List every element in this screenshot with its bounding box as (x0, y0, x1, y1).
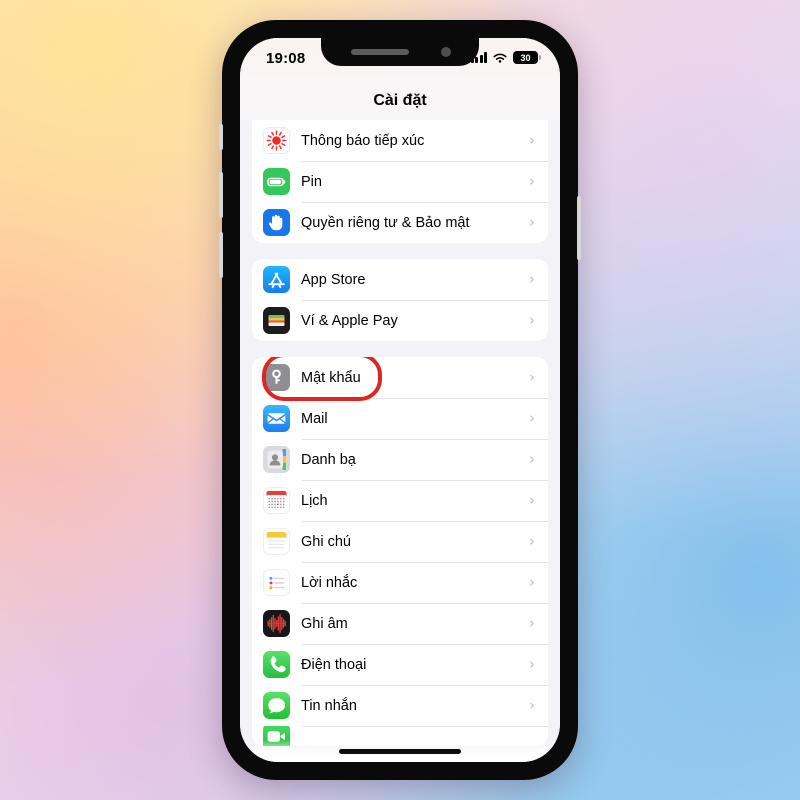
settings-row-label: Quyền riêng tư & Bảo mật (301, 214, 470, 231)
settings-row-label: Pin (301, 173, 322, 190)
settings-row[interactable]: Mail › (252, 398, 548, 439)
settings-row-label: Tin nhắn (301, 697, 357, 714)
power-button[interactable] (577, 196, 581, 260)
chevron-right-icon: › (529, 311, 535, 329)
privacy-hand-icon (263, 209, 290, 236)
settings-row-label: Danh bạ (301, 451, 356, 468)
settings-row[interactable]: App Store › (252, 259, 548, 300)
chevron-right-icon: › (529, 131, 535, 149)
volume-down-button[interactable] (219, 232, 223, 278)
navigation-bar: Cài đặt (240, 82, 560, 120)
front-camera-icon (441, 47, 451, 57)
settings-row-label: Lịch (301, 492, 328, 509)
messages-icon (263, 692, 290, 719)
voice-memos-icon (263, 610, 290, 637)
notch (321, 38, 479, 66)
notes-icon (263, 528, 290, 555)
battery-icon: 30 (513, 51, 541, 64)
settings-row[interactable]: Lời nhắc › (252, 562, 548, 603)
settings-row[interactable]: Điện thoại › (252, 644, 548, 685)
chevron-right-icon: › (529, 213, 535, 231)
settings-row[interactable]: Quyền riêng tư & Bảo mật › (252, 202, 548, 243)
settings-row-label: Điện thoại (301, 656, 367, 673)
contacts-icon (263, 446, 290, 473)
settings-row[interactable]: Mật khẩu › (252, 357, 548, 401)
wifi-icon (493, 53, 507, 63)
status-bar: 19:08 30 (240, 38, 560, 82)
chevron-right-icon: › (529, 409, 535, 427)
app-store-icon (263, 266, 290, 293)
calendar-icon (263, 487, 290, 514)
password-key-icon (263, 364, 290, 391)
settings-row-label: App Store (301, 271, 366, 288)
wallet-icon (263, 307, 290, 334)
phone-icon (263, 651, 290, 678)
settings-group: Thông báo tiếp xúc › Pin › Quyền riêng tư … (252, 120, 548, 243)
chevron-right-icon: › (529, 696, 535, 714)
chevron-right-icon: › (529, 655, 535, 673)
exposure-notifications-icon (263, 127, 290, 154)
chevron-right-icon: › (529, 573, 535, 591)
battery-level-label: 30 (520, 52, 531, 63)
settings-row[interactable]: Lịch › (252, 480, 548, 521)
settings-row[interactable]: Ghi chú › (252, 521, 548, 562)
mail-icon (263, 405, 290, 432)
volume-up-button[interactable] (219, 172, 223, 218)
settings-row-label: Ghi chú (301, 533, 351, 550)
settings-row[interactable]: Ví & Apple Pay › (252, 300, 548, 341)
settings-group: App Store › Ví & Apple Pay › (252, 259, 548, 341)
battery-icon (263, 168, 290, 195)
earpiece-speaker (351, 49, 409, 55)
chevron-right-icon: › (529, 491, 535, 509)
settings-row-label: Ví & Apple Pay (301, 312, 398, 329)
reminders-icon (263, 569, 290, 596)
settings-row[interactable]: Danh bạ › (252, 439, 548, 480)
settings-row[interactable]: Tin nhắn › (252, 685, 548, 726)
settings-row-label: Ghi âm (301, 615, 348, 632)
settings-row-label: Mật khẩu (301, 369, 361, 386)
chevron-right-icon: › (529, 368, 535, 386)
settings-row-label: Lời nhắc (301, 574, 358, 591)
chevron-right-icon: › (529, 450, 535, 468)
status-time: 19:08 (266, 50, 306, 67)
page-title: Cài đặt (373, 92, 427, 109)
settings-row[interactable]: Ghi âm › (252, 603, 548, 644)
home-indicator[interactable] (339, 749, 461, 754)
chevron-right-icon: › (529, 270, 535, 288)
phone-screen: 19:08 30 Cài đặt Thông báo tiếp xúc › Pi… (240, 38, 560, 762)
chevron-right-icon: › (529, 614, 535, 632)
phone-device-frame: 19:08 30 Cài đặt Thông báo tiếp xúc › Pi… (219, 17, 581, 783)
screenshot-stage: 19:08 30 Cài đặt Thông báo tiếp xúc › Pi… (0, 0, 800, 800)
settings-list[interactable]: Thông báo tiếp xúc › Pin › Quyền riêng tư … (240, 120, 560, 762)
status-indicators: 30 (470, 51, 541, 64)
settings-row[interactable]: Pin › (252, 161, 548, 202)
chevron-right-icon: › (529, 532, 535, 550)
settings-row[interactable]: Thông báo tiếp xúc › (252, 120, 548, 161)
chevron-right-icon: › (529, 172, 535, 190)
settings-group: Mật khẩu › Mail › Danh bạ › Lịch › Ghi c… (252, 357, 548, 746)
settings-row-label: Thông báo tiếp xúc (301, 132, 425, 149)
settings-row-label: Mail (301, 410, 328, 427)
mute-switch[interactable] (219, 124, 223, 150)
